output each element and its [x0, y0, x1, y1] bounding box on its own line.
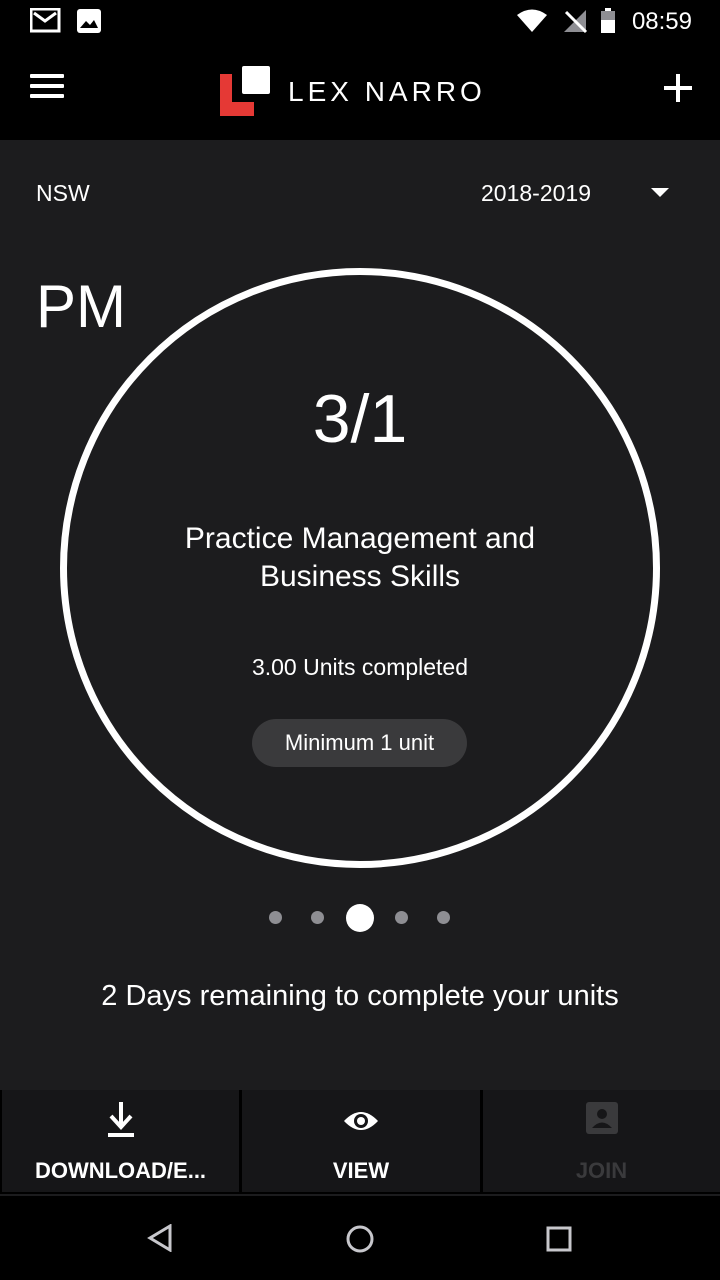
chevron-down-icon[interactable] — [651, 188, 669, 197]
units-ratio: 3/1 — [312, 381, 408, 457]
logo-mark-icon — [220, 66, 270, 116]
contact-card-icon — [585, 1102, 618, 1134]
join-tab-label: JOIN — [575, 1158, 628, 1183]
view-tab-label: VIEW — [332, 1158, 390, 1183]
page-indicator[interactable] — [0, 904, 720, 932]
battery-icon — [601, 8, 615, 33]
page-dot[interactable] — [269, 911, 282, 924]
system-nav-bar — [0, 1196, 720, 1280]
home-icon[interactable] — [345, 1224, 375, 1254]
wifi-icon — [517, 9, 547, 32]
download-tab[interactable]: DOWNLOAD/E... — [2, 1090, 239, 1192]
page-dot[interactable] — [311, 911, 324, 924]
category-code: PM — [36, 273, 126, 340]
status-time: 08:59 — [631, 8, 692, 35]
status-bar: 08:59 — [0, 0, 720, 44]
minimum-badge: Minimum 1 unit — [252, 719, 467, 767]
no-signal-icon — [564, 10, 588, 34]
year-select[interactable]: 2018-2019 — [481, 180, 591, 207]
units-completed: 3.00 Units completed — [251, 654, 469, 680]
page-dot[interactable] — [395, 911, 408, 924]
action-bar: DOWNLOAD/E... VIEW JOIN — [0, 1090, 720, 1194]
menu-button[interactable] — [30, 74, 70, 110]
view-tab[interactable]: VIEW — [242, 1090, 480, 1192]
brand-name: LEX NARRO — [288, 76, 486, 107]
page-dot[interactable] — [437, 911, 450, 924]
image-icon — [77, 9, 101, 33]
recents-icon[interactable] — [546, 1226, 572, 1252]
download-tab-label: DOWNLOAD/E... — [34, 1158, 207, 1183]
add-button[interactable] — [664, 74, 692, 102]
back-icon[interactable] — [147, 1224, 173, 1252]
menu-icon — [30, 74, 64, 78]
region-label[interactable]: NSW — [36, 180, 90, 207]
download-icon — [107, 1102, 134, 1137]
page-dot-active[interactable] — [346, 904, 374, 932]
deadline-message: 2 Days remaining to complete your units — [101, 980, 619, 1012]
gmail-icon — [30, 8, 61, 33]
eye-icon — [344, 1112, 378, 1130]
app-bar: LEX NARRO — [0, 44, 720, 140]
join-tab[interactable]: JOIN — [483, 1090, 720, 1192]
category-title: Practice Management and Business Skills — [184, 522, 536, 593]
